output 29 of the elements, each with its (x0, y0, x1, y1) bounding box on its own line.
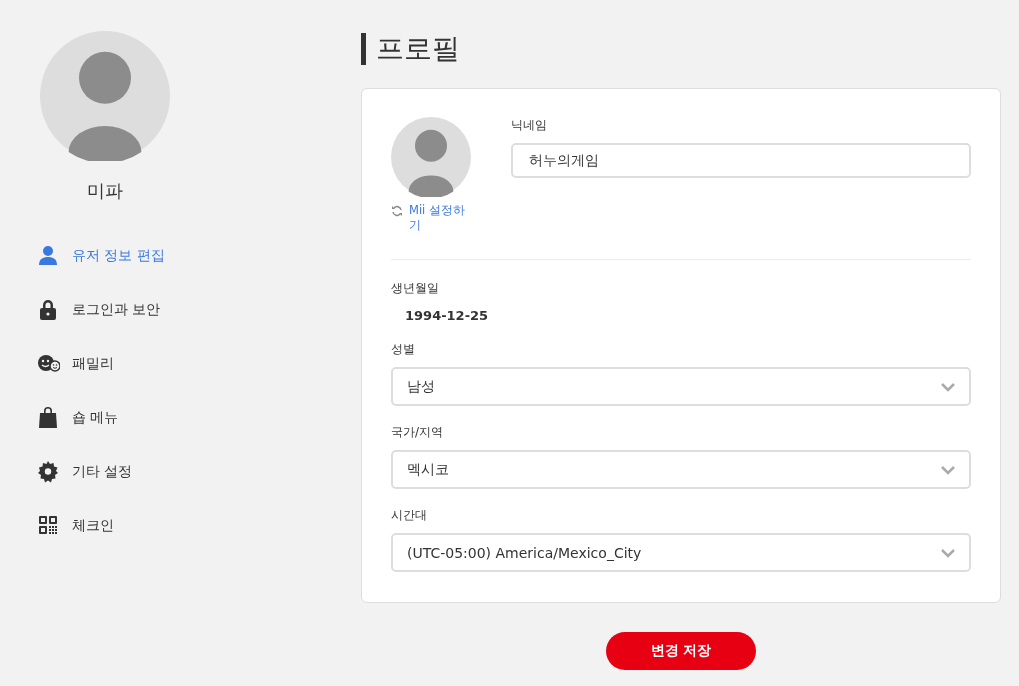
mii-settings-link[interactable]: Mii 설정하기 (391, 203, 471, 233)
chevron-down-icon (941, 381, 955, 392)
shopping-bag-icon (38, 406, 60, 429)
dropdown-field[interactable]: (UTC-05:00) America/Mexico_City (391, 533, 971, 572)
sidebar-item[interactable]: 유저 정보 편집 (38, 245, 361, 266)
sidebar-item[interactable]: 로그인과 보안 (38, 299, 361, 320)
smiley-faces-icon (38, 352, 60, 375)
settings-icon (38, 460, 60, 483)
sidebar-item[interactable]: 체크인 (38, 515, 361, 536)
user-name: 미파 (87, 179, 123, 203)
refresh-icon (391, 205, 403, 217)
field-label: 닉네임 (511, 117, 548, 134)
dropdown-field[interactable]: 남성 (391, 367, 971, 406)
field-label: 국가/지역 (391, 424, 445, 441)
sidebar-item[interactable]: 패밀리 (38, 353, 361, 374)
sidebar-item[interactable]: 기타 설정 (38, 461, 361, 482)
chevron-down-icon (941, 464, 955, 475)
field-label: 생년월일 (391, 280, 440, 297)
qr-code-icon (38, 514, 60, 537)
sidebar-item[interactable]: 숍 메뉴 (38, 407, 361, 428)
person-icon (38, 244, 60, 267)
field-label: 성별 (391, 341, 416, 358)
birthdate-value: 1994-12-25 (404, 308, 490, 323)
save-button[interactable]: 변경 저장 (606, 632, 756, 670)
dropdown-field[interactable]: 멕시코 (391, 450, 971, 489)
page-title: 프로필 (361, 33, 1001, 65)
nickname-field[interactable]: 허누의게임 (511, 143, 971, 178)
chevron-down-icon (941, 547, 955, 558)
field-label: 시간대 (391, 507, 428, 524)
